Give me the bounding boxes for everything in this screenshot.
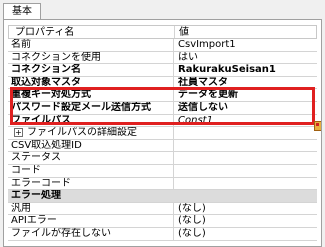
file-browse-icon[interactable] [314, 121, 321, 131]
property-row-status[interactable]: ステータス [8, 152, 317, 165]
property-label: コード [8, 164, 174, 177]
property-label: 重複キー対処方式 [8, 89, 174, 101]
property-value[interactable]: (なし) [178, 228, 317, 240]
property-label: エラーコード [8, 177, 174, 190]
property-value[interactable] [178, 165, 317, 177]
property-value[interactable]: Const1 [178, 115, 317, 127]
property-label: コネクションを使用 [8, 51, 174, 64]
property-value[interactable] [178, 140, 317, 152]
property-row-api-error[interactable]: APIエラー (なし) [8, 215, 317, 228]
property-row-error-code[interactable]: エラーコード [8, 177, 317, 191]
property-label: APIエラー [8, 215, 174, 227]
property-row-duplicate-key[interactable]: 重複キー対処方式 データを更新 [8, 89, 317, 102]
grid-header: プロパティ名 値 [8, 25, 317, 39]
property-label-container: + ファイルパスの詳細設定 [8, 127, 174, 139]
property-value[interactable] [178, 178, 317, 190]
property-label: 名前 [8, 39, 174, 51]
property-row-file-path[interactable]: ファイルパス Const1 [8, 114, 317, 128]
property-label: パスワード設定メール送信方式 [8, 101, 174, 114]
property-row-use-connection[interactable]: コネクションを使用 はい [8, 51, 317, 65]
property-row-connection-name[interactable]: コネクション名 RakurakuSeisan1 [8, 64, 317, 77]
property-panel: プロパティ名 値 名前 CsvImport1 コネクションを使用 はい コネクシ… [3, 19, 322, 247]
property-row-file-path-detail[interactable]: + ファイルパスの詳細設定 [8, 127, 317, 140]
property-row-csv-process-id[interactable]: CSV取込処理ID [8, 139, 317, 153]
property-row-password-mail[interactable]: パスワード設定メール送信方式 送信しない [8, 101, 317, 115]
property-label: ステータス [8, 152, 174, 164]
property-label: 汎用 [8, 202, 174, 215]
property-value[interactable]: (なし) [178, 215, 317, 227]
expand-plus-icon[interactable]: + [14, 127, 23, 137]
header-property-name: プロパティ名 [9, 26, 175, 38]
category-label: エラー処理 [11, 190, 61, 202]
property-row-general[interactable]: 汎用 (なし) [8, 202, 317, 216]
property-value[interactable]: 社員マスタ [178, 77, 317, 89]
property-row-name[interactable]: 名前 CsvImport1 [8, 39, 317, 52]
property-label: ファイルが存在しない [8, 227, 174, 240]
header-value: 値 [179, 27, 189, 38]
property-row-file-not-exist[interactable]: ファイルが存在しない (なし) [8, 227, 317, 241]
property-value[interactable]: 送信しない [178, 102, 317, 114]
tab-basic[interactable]: 基本 [3, 3, 41, 20]
property-label: CSV取込処理ID [8, 139, 174, 152]
property-value[interactable] [178, 127, 317, 139]
property-value[interactable]: (なし) [178, 203, 317, 215]
property-row-target-master[interactable]: 取込対象マスタ 社員マスタ [8, 76, 317, 90]
property-value[interactable] [178, 152, 317, 164]
category-value [178, 190, 317, 202]
property-label: ファイルパスの詳細設定 [27, 127, 137, 139]
property-value[interactable]: はい [178, 52, 317, 64]
property-value[interactable]: データを更新 [178, 89, 317, 101]
property-grid: プロパティ名 値 名前 CsvImport1 コネクションを使用 はい コネクシ… [8, 25, 317, 241]
tab-bar: 基本 [0, 0, 325, 20]
property-label: 取込対象マスタ [8, 76, 174, 89]
category-error-handling[interactable]: エラー処理 [8, 190, 317, 203]
property-row-code[interactable]: コード [8, 164, 317, 178]
property-value[interactable]: CsvImport1 [178, 39, 317, 51]
property-value[interactable]: RakurakuSeisan1 [178, 64, 317, 76]
property-label: ファイルパス [8, 114, 174, 127]
property-label: コネクション名 [8, 64, 174, 76]
